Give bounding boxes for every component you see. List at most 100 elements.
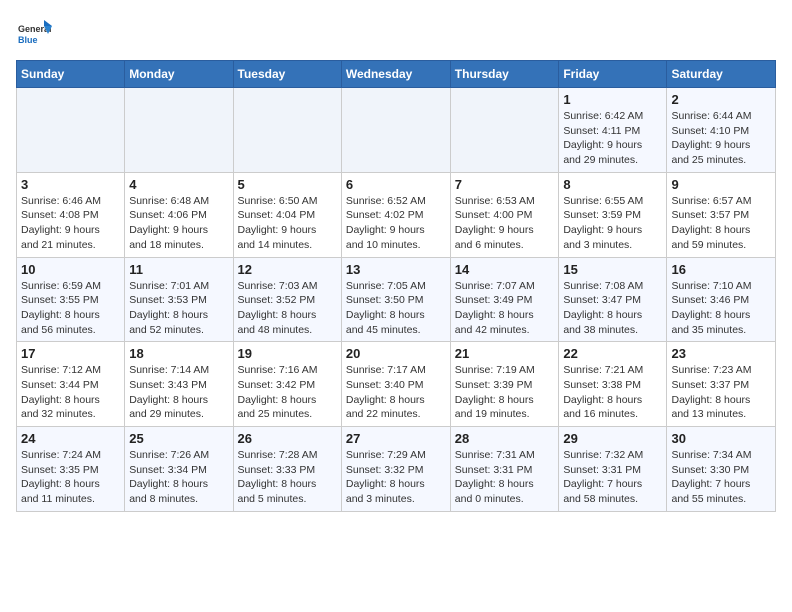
column-header-thursday: Thursday	[450, 61, 559, 88]
calendar-cell: 12Sunrise: 7:03 AM Sunset: 3:52 PM Dayli…	[233, 257, 341, 342]
column-header-saturday: Saturday	[667, 61, 776, 88]
calendar-cell: 11 Sunrise: 7:01 AM Sunset: 3:53 PM Dayli…	[125, 257, 233, 342]
calendar-cell: 28Sunrise: 7:31 AM Sunset: 3:31 PM Dayli…	[450, 427, 559, 512]
day-info: Sunrise: 7:34 AM Sunset: 3:30 PM Dayligh…	[671, 448, 771, 507]
day-info: Sunrise: 6:46 AM Sunset: 4:08 PM Dayligh…	[21, 194, 120, 253]
day-number: 3	[21, 177, 120, 192]
calendar-cell: 3 Sunrise: 6:46 AM Sunset: 4:08 PM Daylig…	[17, 172, 125, 257]
day-info: Sunrise: 7:08 AM Sunset: 3:47 PM Dayligh…	[563, 279, 662, 338]
calendar-cell: 22 Sunrise: 7:21 AM Sunset: 3:38 PM Dayli…	[559, 342, 667, 427]
calendar-cell: 23 Sunrise: 7:23 AM Sunset: 3:37 PM Dayli…	[667, 342, 776, 427]
column-header-friday: Friday	[559, 61, 667, 88]
day-info: Sunrise: 6:59 AM Sunset: 3:55 PM Dayligh…	[21, 279, 120, 338]
day-number: 26	[238, 431, 337, 446]
day-number: 1	[563, 92, 662, 107]
day-number: 22	[563, 346, 662, 361]
day-number: 2	[671, 92, 771, 107]
day-number: 27	[346, 431, 446, 446]
day-info: Sunrise: 6:57 AM Sunset: 3:57 PM Dayligh…	[671, 194, 771, 253]
calendar-cell: 6 Sunrise: 6:52 AM Sunset: 4:02 PM Daylig…	[341, 172, 450, 257]
day-info: Sunrise: 7:05 AM Sunset: 3:50 PM Dayligh…	[346, 279, 446, 338]
day-info: Sunrise: 7:12 AM Sunset: 3:44 PM Dayligh…	[21, 363, 120, 422]
calendar-cell: 2 Sunrise: 6:44 AM Sunset: 4:10 PM Daylig…	[667, 88, 776, 173]
logo-icon: General Blue	[16, 16, 52, 52]
calendar-week-row: 24 Sunrise: 7:24 AM Sunset: 3:35 PM Dayli…	[17, 427, 776, 512]
day-info: Sunrise: 6:50 AM Sunset: 4:04 PM Dayligh…	[238, 194, 337, 253]
day-info: Sunrise: 7:28 AM Sunset: 3:33 PM Dayligh…	[238, 448, 337, 507]
day-info: Sunrise: 6:44 AM Sunset: 4:10 PM Dayligh…	[671, 109, 771, 168]
day-number: 5	[238, 177, 337, 192]
calendar-cell: 20 Sunrise: 7:17 AM Sunset: 3:40 PM Dayli…	[341, 342, 450, 427]
svg-text:Blue: Blue	[18, 35, 38, 45]
calendar-cell	[125, 88, 233, 173]
page-header: General Blue	[16, 16, 776, 52]
day-number: 29	[563, 431, 662, 446]
column-header-monday: Monday	[125, 61, 233, 88]
calendar-cell: 26 Sunrise: 7:28 AM Sunset: 3:33 PM Dayli…	[233, 427, 341, 512]
day-info: Sunrise: 6:42 AM Sunset: 4:11 PM Dayligh…	[563, 109, 662, 168]
calendar-cell: 15 Sunrise: 7:08 AM Sunset: 3:47 PM Dayli…	[559, 257, 667, 342]
day-number: 15	[563, 262, 662, 277]
calendar-cell: 7 Sunrise: 6:53 AM Sunset: 4:00 PM Daylig…	[450, 172, 559, 257]
day-number: 17	[21, 346, 120, 361]
calendar-cell	[450, 88, 559, 173]
day-info: Sunrise: 7:32 AM Sunset: 3:31 PM Dayligh…	[563, 448, 662, 507]
column-header-wednesday: Wednesday	[341, 61, 450, 88]
day-number: 9	[671, 177, 771, 192]
day-info: Sunrise: 7:14 AM Sunset: 3:43 PM Dayligh…	[129, 363, 228, 422]
day-number: 7	[455, 177, 555, 192]
day-number: 24	[21, 431, 120, 446]
calendar-cell: 27 Sunrise: 7:29 AM Sunset: 3:32 PM Dayli…	[341, 427, 450, 512]
calendar-cell: 30Sunrise: 7:34 AM Sunset: 3:30 PM Dayli…	[667, 427, 776, 512]
day-number: 4	[129, 177, 228, 192]
day-number: 8	[563, 177, 662, 192]
day-info: Sunrise: 7:21 AM Sunset: 3:38 PM Dayligh…	[563, 363, 662, 422]
calendar-cell: 18 Sunrise: 7:14 AM Sunset: 3:43 PM Dayli…	[125, 342, 233, 427]
calendar-cell: 19 Sunrise: 7:16 AM Sunset: 3:42 PM Dayli…	[233, 342, 341, 427]
calendar-week-row: 1 Sunrise: 6:42 AM Sunset: 4:11 PM Daylig…	[17, 88, 776, 173]
day-info: Sunrise: 6:53 AM Sunset: 4:00 PM Dayligh…	[455, 194, 555, 253]
day-number: 23	[671, 346, 771, 361]
calendar-week-row: 17 Sunrise: 7:12 AM Sunset: 3:44 PM Dayli…	[17, 342, 776, 427]
calendar-cell: 24 Sunrise: 7:24 AM Sunset: 3:35 PM Dayli…	[17, 427, 125, 512]
calendar-cell: 10 Sunrise: 6:59 AM Sunset: 3:55 PM Dayli…	[17, 257, 125, 342]
day-info: Sunrise: 6:48 AM Sunset: 4:06 PM Dayligh…	[129, 194, 228, 253]
calendar-cell	[17, 88, 125, 173]
calendar-week-row: 10 Sunrise: 6:59 AM Sunset: 3:55 PM Dayli…	[17, 257, 776, 342]
day-number: 18	[129, 346, 228, 361]
day-info: Sunrise: 7:16 AM Sunset: 3:42 PM Dayligh…	[238, 363, 337, 422]
day-number: 11	[129, 262, 228, 277]
calendar-cell: 25 Sunrise: 7:26 AM Sunset: 3:34 PM Dayli…	[125, 427, 233, 512]
calendar-cell: 21Sunrise: 7:19 AM Sunset: 3:39 PM Dayli…	[450, 342, 559, 427]
day-info: Sunrise: 7:01 AM Sunset: 3:53 PM Dayligh…	[129, 279, 228, 338]
calendar-cell: 9 Sunrise: 6:57 AM Sunset: 3:57 PM Daylig…	[667, 172, 776, 257]
column-header-tuesday: Tuesday	[233, 61, 341, 88]
column-header-sunday: Sunday	[17, 61, 125, 88]
calendar-cell: 1 Sunrise: 6:42 AM Sunset: 4:11 PM Daylig…	[559, 88, 667, 173]
day-number: 10	[21, 262, 120, 277]
calendar-cell: 5 Sunrise: 6:50 AM Sunset: 4:04 PM Daylig…	[233, 172, 341, 257]
day-info: Sunrise: 7:24 AM Sunset: 3:35 PM Dayligh…	[21, 448, 120, 507]
day-info: Sunrise: 7:17 AM Sunset: 3:40 PM Dayligh…	[346, 363, 446, 422]
day-number: 20	[346, 346, 446, 361]
day-info: Sunrise: 7:29 AM Sunset: 3:32 PM Dayligh…	[346, 448, 446, 507]
calendar-cell: 14 Sunrise: 7:07 AM Sunset: 3:49 PM Dayli…	[450, 257, 559, 342]
day-info: Sunrise: 7:07 AM Sunset: 3:49 PM Dayligh…	[455, 279, 555, 338]
day-number: 14	[455, 262, 555, 277]
day-info: Sunrise: 7:31 AM Sunset: 3:31 PM Dayligh…	[455, 448, 555, 507]
logo: General Blue	[16, 16, 56, 52]
calendar-cell	[341, 88, 450, 173]
day-info: Sunrise: 6:52 AM Sunset: 4:02 PM Dayligh…	[346, 194, 446, 253]
day-info: Sunrise: 7:26 AM Sunset: 3:34 PM Dayligh…	[129, 448, 228, 507]
day-info: Sunrise: 7:23 AM Sunset: 3:37 PM Dayligh…	[671, 363, 771, 422]
calendar-cell	[233, 88, 341, 173]
calendar-cell: 8Sunrise: 6:55 AM Sunset: 3:59 PM Daylig…	[559, 172, 667, 257]
day-number: 19	[238, 346, 337, 361]
calendar-cell: 17 Sunrise: 7:12 AM Sunset: 3:44 PM Dayli…	[17, 342, 125, 427]
calendar-cell: 13Sunrise: 7:05 AM Sunset: 3:50 PM Dayli…	[341, 257, 450, 342]
calendar-cell: 29 Sunrise: 7:32 AM Sunset: 3:31 PM Dayli…	[559, 427, 667, 512]
day-number: 6	[346, 177, 446, 192]
day-number: 25	[129, 431, 228, 446]
day-info: Sunrise: 7:19 AM Sunset: 3:39 PM Dayligh…	[455, 363, 555, 422]
day-number: 16	[671, 262, 771, 277]
